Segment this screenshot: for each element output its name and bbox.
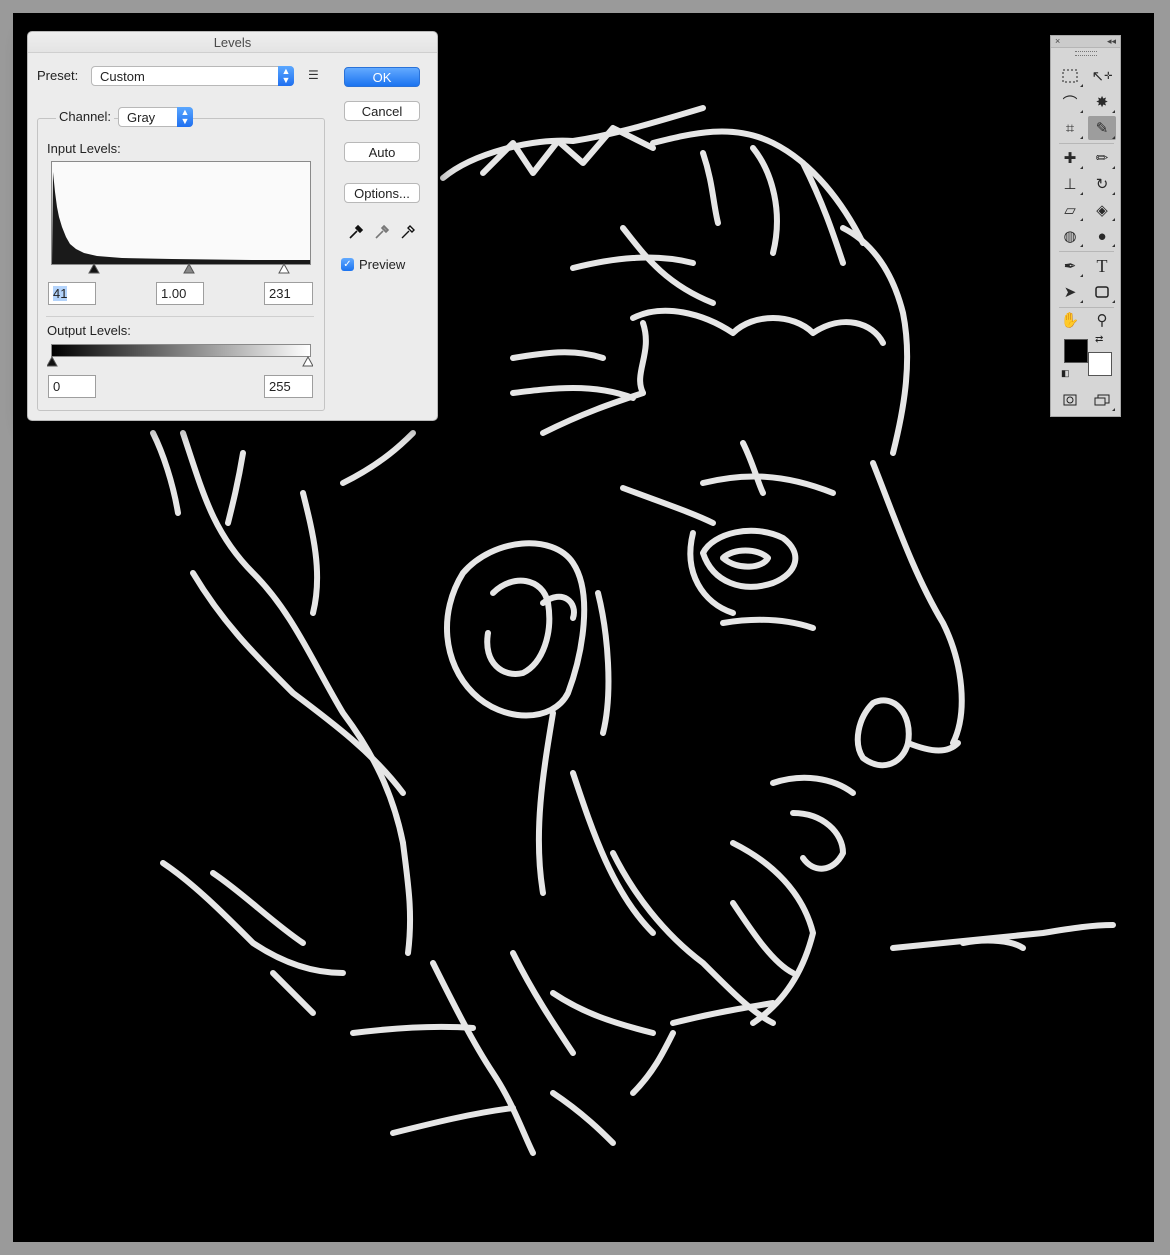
white-eyedropper-icon[interactable] xyxy=(400,224,416,240)
eraser-icon[interactable]: ▱ xyxy=(1056,198,1084,222)
type-icon[interactable]: T xyxy=(1088,254,1116,278)
levels-dialog: Levels Preset: Custom ▲ ▼ ☰ Channel: Gray… xyxy=(27,31,438,421)
histogram-graph xyxy=(52,172,310,264)
history-brush-icon[interactable]: ↻ xyxy=(1088,172,1116,196)
collapse-icon[interactable]: ◂◂ xyxy=(1107,36,1116,46)
paint-bucket-icon[interactable]: ◈ xyxy=(1088,198,1116,222)
dodge-icon[interactable]: ● xyxy=(1088,224,1116,248)
rectangle-shape-icon[interactable] xyxy=(1088,280,1116,304)
dialog-title: Levels xyxy=(28,32,437,53)
swap-colors-icon[interactable]: ⇄ xyxy=(1095,334,1103,345)
tools-divider xyxy=(1059,143,1114,144)
preset-options-icon[interactable]: ☰ xyxy=(308,68,319,82)
input-gamma-field[interactable]: 1.00 xyxy=(156,282,204,305)
preview-label: Preview xyxy=(359,257,406,272)
black-eyedropper-icon[interactable] xyxy=(348,224,364,240)
input-black-field[interactable]: 41 xyxy=(48,282,96,305)
channel-select[interactable]: Gray ▲ ▼ xyxy=(118,107,193,127)
blur-icon[interactable]: ◍ xyxy=(1056,224,1084,248)
preview-checkbox[interactable]: ✓ xyxy=(341,258,354,271)
output-slider-track[interactable] xyxy=(47,356,313,368)
quick-select-icon[interactable]: ✸ xyxy=(1088,90,1116,114)
input-levels-label: Input Levels: xyxy=(47,141,121,156)
background-color-swatch[interactable] xyxy=(1088,352,1112,376)
input-white-slider[interactable] xyxy=(278,263,290,274)
channel-value: Gray xyxy=(127,110,156,125)
output-white-slider[interactable] xyxy=(302,356,313,367)
foreground-color-swatch[interactable] xyxy=(1064,339,1088,363)
default-colors-icon[interactable]: ◧ xyxy=(1061,368,1070,379)
tools-panel-header: × ◂◂ xyxy=(1051,36,1120,48)
zoom-icon[interactable]: ⚲ xyxy=(1088,308,1116,332)
gray-eyedropper-icon[interactable] xyxy=(374,224,390,240)
preset-stepper-icon: ▲ ▼ xyxy=(278,66,294,86)
hand-icon[interactable]: ✋ xyxy=(1056,308,1084,332)
panel-grip[interactable] xyxy=(1075,51,1097,56)
channel-stepper-icon: ▲ ▼ xyxy=(177,107,193,127)
options-button[interactable]: Options... xyxy=(344,183,420,203)
crop-icon[interactable]: ⌗ xyxy=(1056,116,1084,140)
screen-mode-icon[interactable] xyxy=(1088,388,1116,412)
output-levels-label: Output Levels: xyxy=(47,323,131,338)
ok-button[interactable]: OK xyxy=(344,67,420,87)
levels-divider xyxy=(46,316,314,317)
tools-divider xyxy=(1059,251,1114,252)
input-white-field[interactable]: 231 xyxy=(264,282,313,305)
eyedropper-icon[interactable]: ✎ xyxy=(1088,116,1116,140)
tools-panel: × ◂◂ ↖ ✛ ⌒ ✸ ⌗ ✎ ✚ ✏ ⊥ ↻ ▱ ◈ ◍ ● ✒ T ➤ ✋ … xyxy=(1050,35,1121,417)
brush-icon[interactable]: ✏ xyxy=(1088,146,1116,170)
input-slider-track[interactable] xyxy=(51,263,309,275)
lasso-icon[interactable]: ⌒ xyxy=(1056,90,1084,114)
cancel-button[interactable]: Cancel xyxy=(344,101,420,121)
path-select-icon[interactable]: ➤ xyxy=(1056,280,1084,304)
pen-icon[interactable]: ✒ xyxy=(1056,254,1084,278)
output-black-field[interactable]: 0 xyxy=(48,375,96,398)
histogram xyxy=(51,161,311,265)
preset-value: Custom xyxy=(100,69,145,84)
channel-label: Channel: xyxy=(56,109,115,124)
output-white-field[interactable]: 255 xyxy=(264,375,313,398)
rect-marquee-icon[interactable] xyxy=(1056,64,1084,88)
auto-button[interactable]: Auto xyxy=(344,142,420,162)
spot-healing-icon[interactable]: ✚ xyxy=(1056,146,1084,170)
quick-mask-icon[interactable] xyxy=(1056,388,1084,412)
input-gamma-slider[interactable] xyxy=(183,263,195,274)
input-black-slider[interactable] xyxy=(88,263,100,274)
output-black-slider[interactable] xyxy=(47,356,58,367)
preset-select[interactable]: Custom ▲ ▼ xyxy=(91,66,294,86)
clone-stamp-icon[interactable]: ⊥ xyxy=(1056,172,1084,196)
input-black-value: 41 xyxy=(53,286,68,301)
preset-label: Preset: xyxy=(37,68,79,83)
move-icon[interactable]: ↖ ✛ xyxy=(1088,64,1116,88)
close-icon[interactable]: × xyxy=(1055,36,1060,46)
